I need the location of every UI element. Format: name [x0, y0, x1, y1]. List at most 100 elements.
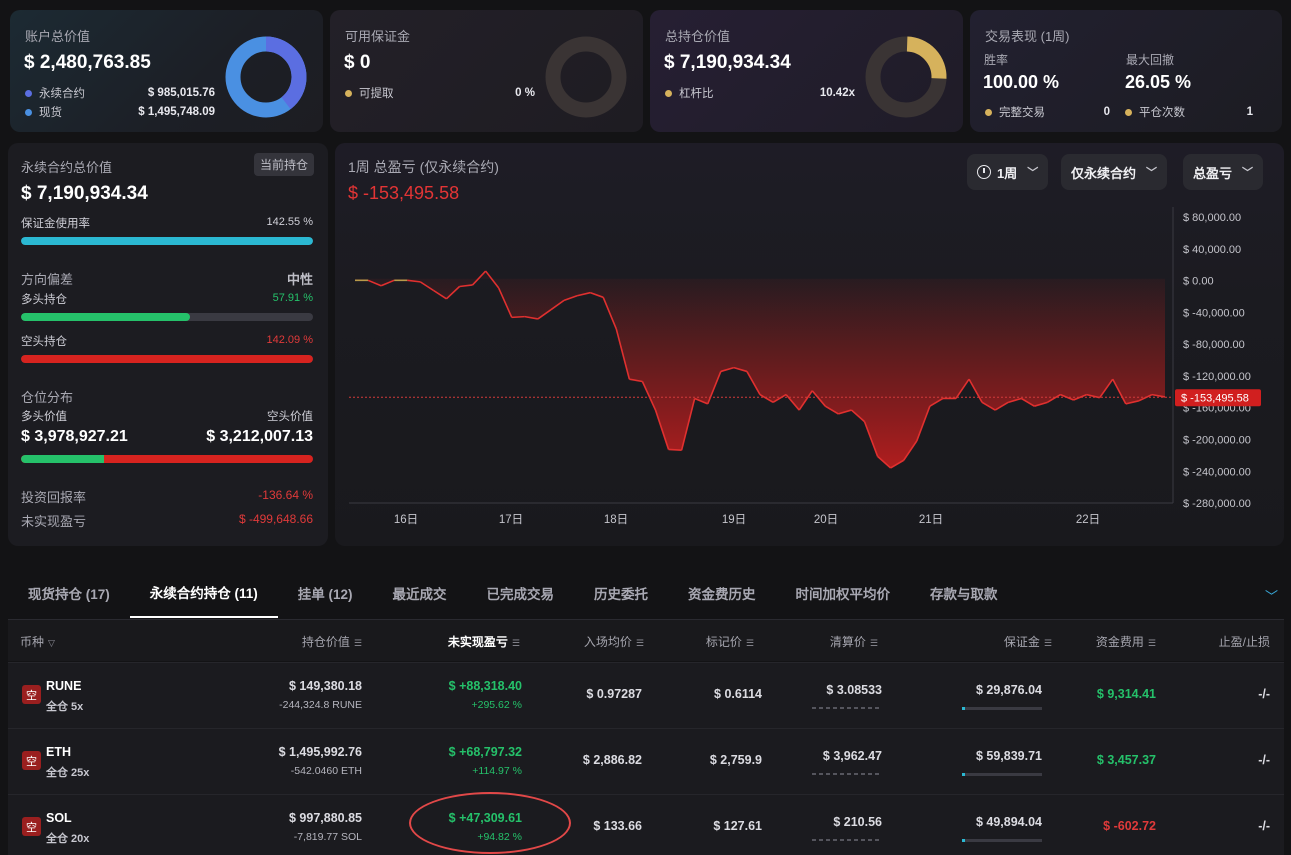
tp-sl[interactable]: -/- [1258, 687, 1270, 701]
column-header-label: 入场均价 [583, 635, 632, 649]
margin-ratio-bar [962, 839, 1042, 842]
distribution-long-fill [21, 455, 105, 463]
position-quantity: -244,324.8 RUNE [279, 699, 362, 711]
funding-fee: $ 9,314.41 [1096, 687, 1156, 701]
tp-sl[interactable]: -/- [1258, 753, 1270, 767]
column-header-3[interactable]: 未实现盈亏 ☰ [448, 633, 520, 650]
tab-3[interactable]: 挂单 (12) [278, 568, 373, 618]
card-title: 账户总价值 [25, 29, 91, 44]
sort-icon[interactable]: ☰ [512, 638, 520, 648]
tab-4[interactable]: 最近成交 [373, 568, 467, 618]
symbol[interactable]: ETH [46, 745, 71, 759]
entry-price: $ 2,886.82 [582, 753, 642, 767]
account-value: $ 2,480,763.85 [24, 52, 151, 73]
leverage-donut-chart [865, 36, 947, 118]
x-tick-label: 20日 [814, 514, 838, 526]
long-value-label: 多头价值 [21, 411, 67, 423]
column-header-1[interactable]: 币种 ▽ [20, 633, 55, 650]
withdrawable-value: 0 % [515, 87, 535, 99]
entry-price: $ 133.66 [593, 819, 642, 833]
table-row[interactable]: 空 RUNE 全仓 5x $ 149,380.18 -244,324.8 RUNE $ +… [8, 662, 1284, 728]
position-quantity: -542.0460 ETH [290, 765, 362, 777]
pnl-area-fill [355, 271, 1165, 468]
column-header-7[interactable]: 保证金 ☰ [1004, 633, 1052, 650]
closes-row: 平仓次数 1 [1125, 104, 1253, 120]
spot-row: 现货 $ 1,495,748.09 [25, 104, 215, 120]
trades-dot [985, 108, 992, 116]
margin-ratio-fill [962, 773, 965, 776]
column-header-8[interactable]: 资金费用 ☰ [1096, 633, 1156, 650]
column-header-4[interactable]: 入场均价 ☰ [584, 633, 644, 650]
sort-icon[interactable]: ☰ [636, 638, 644, 648]
bias-label: 方向偏差 [21, 272, 74, 287]
trades-value: 0 [1103, 106, 1110, 118]
tab-2[interactable]: 永续合约持仓 (11) [129, 568, 278, 618]
y-tick-label: $ -40,000.00 [1183, 307, 1245, 319]
column-header-label: 未实现盈亏 [447, 635, 508, 649]
table-row[interactable]: 空 ETH 全仓 25x $ 1,495,992.76 -542.0460 ETH $ +… [8, 728, 1284, 794]
tab-6[interactable]: 历史委托 [574, 568, 668, 618]
column-header-9[interactable]: 止盈/止损 [1219, 633, 1270, 650]
position-value-card: 总持仓价值 $ 7,190,934.34 杠杆比 10.42x [650, 10, 963, 132]
y-tick-label: $ -120,000.00 [1183, 371, 1251, 383]
margin-mode: 全仓 25x [46, 767, 90, 779]
column-header-label: 止盈/止损 [1218, 635, 1270, 649]
distribution-bar [21, 455, 313, 463]
column-header-5[interactable]: 标记价 ☰ [706, 633, 754, 650]
pnl-chart-panel: 1周 总盈亏 (仅永续合约) $ -153,495.58 1周 ﹀ 仅永续合约 … [335, 143, 1284, 546]
sort-icon[interactable]: ☰ [746, 638, 754, 648]
sort-icon[interactable]: ☰ [870, 638, 878, 648]
margin-value: $ 49,894.04 [975, 815, 1042, 829]
symbol[interactable]: RUNE [46, 679, 81, 693]
card-title: 交易表现 (1周) [985, 29, 1070, 44]
x-tick-label: 18日 [604, 514, 628, 526]
withdrawable-row: 可提取 0 % [345, 85, 535, 101]
margin-value: $ 59,839.71 [975, 749, 1042, 763]
column-header-label: 清算价 [829, 635, 866, 649]
filter-icon[interactable]: ▽ [48, 638, 55, 648]
side-badge: 空 [22, 751, 41, 770]
account-donut-chart [225, 36, 307, 118]
sort-icon[interactable]: ☰ [1148, 638, 1156, 648]
bias-value: 中性 [286, 272, 313, 287]
tab-7[interactable]: 资金费历史 [668, 568, 776, 618]
performance-card: 交易表现 (1周) 胜率 100.00 % 最大回撤 26.05 % 完整交易 … [970, 10, 1282, 132]
unrealized-pnl-pct: +114.97 % [472, 765, 522, 777]
upnl-label: 未实现盈亏 [21, 514, 87, 529]
perp-row: 永续合约 $ 985,015.76 [25, 85, 215, 101]
column-header-6[interactable]: 清算价 ☰ [830, 633, 878, 650]
expand-chevron-icon[interactable]: ﹀ [1265, 586, 1278, 605]
x-tick-label: 17日 [499, 514, 523, 526]
liquidation-distance-bar [812, 707, 882, 709]
table-row[interactable]: 空 SOL 全仓 20x $ 997,880.85 -7,819.77 SOL $ +47… [8, 794, 1284, 855]
y-tick-label: $ -240,000.00 [1183, 466, 1251, 478]
tab-5[interactable]: 已完成交易 [467, 568, 575, 618]
position-value: $ 1,495,992.76 [278, 745, 362, 759]
pnl-area-chart[interactable]: $ 80,000.00 $ 40,000.00 $ 0.00 $ -40,000.00… [335, 143, 1284, 546]
tab-9[interactable]: 存款与取款 [910, 568, 1018, 618]
short-pct: 142.09 % [266, 334, 313, 346]
column-header-2[interactable]: 持仓价值 ☰ [302, 633, 362, 650]
margin-usage-label: 保证金使用率 [21, 218, 90, 230]
x-tick-label: 21日 [919, 514, 943, 526]
leverage-label: 杠杆比 [679, 88, 714, 100]
symbol[interactable]: SOL [46, 811, 72, 825]
long-value: $ 3,978,927.21 [21, 428, 128, 445]
sort-icon[interactable]: ☰ [354, 638, 362, 648]
x-tick-label: 22日 [1076, 514, 1100, 526]
tp-sl[interactable]: -/- [1258, 819, 1270, 833]
mark-price: $ 127.61 [713, 819, 762, 833]
tab-8[interactable]: 时间加权平均价 [776, 568, 911, 618]
position-value: $ 7,190,934.34 [664, 52, 791, 73]
tab-1[interactable]: 现货持仓 (17) [8, 568, 130, 618]
y-tick-label: $ 0.00 [1183, 276, 1214, 288]
y-tick-label: $ 40,000.00 [1183, 244, 1241, 256]
x-tick-label: 19日 [722, 514, 746, 526]
perp-value: $ 985,015.76 [147, 87, 215, 99]
current-position-tag[interactable]: 当前持仓 [253, 153, 314, 176]
sort-icon[interactable]: ☰ [1044, 638, 1052, 648]
side-badge: 空 [22, 685, 41, 704]
distribution-label: 仓位分布 [21, 390, 74, 405]
position-quantity: -7,819.77 SOL [293, 831, 362, 843]
short-bar [21, 355, 313, 363]
